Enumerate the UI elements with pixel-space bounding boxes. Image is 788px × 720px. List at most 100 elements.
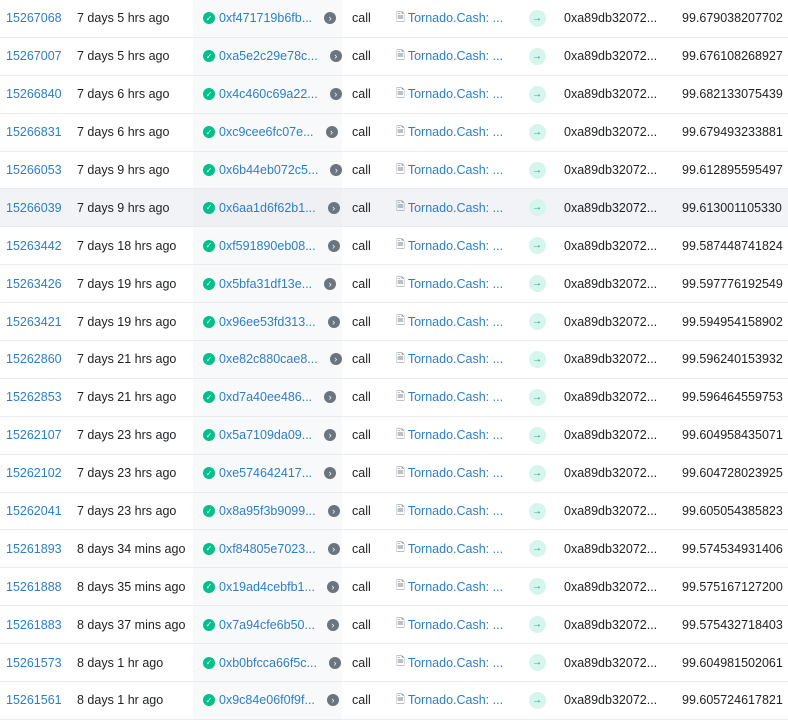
chevron-right-circle-icon[interactable]: › <box>327 201 340 214</box>
to-address-text[interactable]: 0xa89db32072... <box>564 76 674 113</box>
chevron-right-circle-icon[interactable]: › <box>325 126 338 139</box>
parent-txn-hash-link[interactable]: 0x5a7109da09... <box>219 428 312 442</box>
parent-txn-hash-link[interactable]: 0xc9cee6fc07e... <box>219 125 314 139</box>
parent-txn-hash-link[interactable]: 0xe574642417... <box>219 466 312 480</box>
block-number-link[interactable]: 15266039 <box>6 189 72 226</box>
from-address-link[interactable]: Tornado.Cash: ... <box>408 49 503 63</box>
type-text: call <box>352 504 371 519</box>
block-number-link[interactable]: 15263426 <box>6 265 72 302</box>
parent-txn-hash-link[interactable]: 0xd7a40ee486... <box>219 390 312 404</box>
chevron-right-circle-icon[interactable]: › <box>326 618 339 631</box>
to-address-text[interactable]: 0xa89db32072... <box>564 0 674 37</box>
from-address-link[interactable]: Tornado.Cash: ... <box>408 428 503 442</box>
to-address-text[interactable]: 0xa89db32072... <box>564 189 674 226</box>
from-address-link[interactable]: Tornado.Cash: ... <box>408 390 503 404</box>
parent-txn-hash-link[interactable]: 0xa5e2c29e78c... <box>219 49 318 63</box>
from-address-link[interactable]: Tornado.Cash: ... <box>408 163 503 177</box>
parent-txn-hash-link[interactable]: 0x7a94cfe6b50... <box>219 618 315 632</box>
to-address-text[interactable]: 0xa89db32072... <box>564 606 674 643</box>
to-address-text[interactable]: 0xa89db32072... <box>564 265 674 302</box>
parent-txn-hash-link[interactable]: 0x6aa1d6f62b1... <box>219 201 316 215</box>
from-address-link[interactable]: Tornado.Cash: ... <box>408 504 503 518</box>
chevron-right-circle-icon[interactable]: › <box>327 542 340 555</box>
chevron-right-circle-icon[interactable]: › <box>329 88 342 101</box>
to-address-text[interactable]: 0xa89db32072... <box>564 341 674 378</box>
to-address-text[interactable]: 0xa89db32072... <box>564 682 674 719</box>
from-address-link[interactable]: Tornado.Cash: ... <box>408 11 503 25</box>
block-number-link[interactable]: 15261883 <box>6 606 72 643</box>
parent-txn-hash-link[interactable]: 0x19ad4cebfb1... <box>219 580 315 594</box>
block-number-link[interactable]: 15263421 <box>6 303 72 340</box>
block-number-link[interactable]: 15266840 <box>6 76 72 113</box>
parent-txn-hash-link[interactable]: 0x5bfa31df13e... <box>219 277 312 291</box>
from-address-link[interactable]: Tornado.Cash: ... <box>408 352 503 366</box>
from-address-link[interactable]: Tornado.Cash: ... <box>408 656 503 670</box>
chevron-right-circle-icon[interactable]: › <box>326 694 339 707</box>
parent-txn-hash-link[interactable]: 0x6b44eb072c5... <box>219 163 318 177</box>
parent-txn-cell: ✓ 0xe574642417... › <box>193 454 342 492</box>
parent-txn-hash-link[interactable]: 0xf591890eb08... <box>219 239 316 253</box>
block-number-link[interactable]: 15267007 <box>6 38 72 75</box>
chevron-right-circle-icon[interactable]: › <box>324 277 337 290</box>
chevron-right-circle-icon[interactable]: › <box>324 12 337 25</box>
chevron-right-circle-icon[interactable]: › <box>326 580 339 593</box>
from-address-link[interactable]: Tornado.Cash: ... <box>408 618 503 632</box>
block-number-link[interactable]: 15262107 <box>6 417 72 454</box>
block-number-link[interactable]: 15266831 <box>6 114 72 151</box>
parent-txn-hash-link[interactable]: 0xb0bfcca66f5c... <box>219 656 317 670</box>
to-address-text[interactable]: 0xa89db32072... <box>564 417 674 454</box>
block-number-link[interactable]: 15261888 <box>6 568 72 605</box>
from-address-link[interactable]: Tornado.Cash: ... <box>408 201 503 215</box>
parent-txn-hash-link[interactable]: 0x8a95f3b9099... <box>219 504 316 518</box>
from-address-link[interactable]: Tornado.Cash: ... <box>408 239 503 253</box>
from-address-link[interactable]: Tornado.Cash: ... <box>408 315 503 329</box>
from-address-link[interactable]: Tornado.Cash: ... <box>408 125 503 139</box>
contract-doc-icon: 🗎 <box>396 580 405 593</box>
block-number-link[interactable]: 15262041 <box>6 493 72 530</box>
from-address-link[interactable]: Tornado.Cash: ... <box>408 277 503 291</box>
chevron-right-circle-icon[interactable]: › <box>324 429 337 442</box>
parent-txn-hash-link[interactable]: 0x9c84e06f0f9f... <box>219 693 315 707</box>
block-number-link[interactable]: 15262102 <box>6 455 72 492</box>
to-address-text[interactable]: 0xa89db32072... <box>564 568 674 605</box>
from-address-link[interactable]: Tornado.Cash: ... <box>408 693 503 707</box>
chevron-right-circle-icon[interactable]: › <box>327 505 340 518</box>
chevron-right-circle-icon[interactable]: › <box>329 353 342 366</box>
block-number-link[interactable]: 15267068 <box>6 0 72 37</box>
parent-txn-hash-link[interactable]: 0x4c460c69a22... <box>219 87 318 101</box>
chevron-right-circle-icon[interactable]: › <box>324 391 337 404</box>
block-number-link[interactable]: 15261893 <box>6 530 72 567</box>
block-number-link[interactable]: 15262860 <box>6 341 72 378</box>
chevron-right-circle-icon[interactable]: › <box>327 315 340 328</box>
from-address-link[interactable]: Tornado.Cash: ... <box>408 466 503 480</box>
parent-txn-hash-link[interactable]: 0xf471719b6fb... <box>219 11 312 25</box>
chevron-right-circle-icon[interactable]: › <box>324 467 337 480</box>
chevron-right-circle-icon[interactable]: › <box>328 656 341 669</box>
block-number-link[interactable]: 15263442 <box>6 227 72 264</box>
to-address-text[interactable]: 0xa89db32072... <box>564 530 674 567</box>
to-address-text[interactable]: 0xa89db32072... <box>564 38 674 75</box>
to-address-text[interactable]: 0xa89db32072... <box>564 303 674 340</box>
block-number-link[interactable]: 15261561 <box>6 682 72 719</box>
from-address-link[interactable]: Tornado.Cash: ... <box>408 87 503 101</box>
arrow-right-icon: → <box>528 388 546 406</box>
block-number-link[interactable]: 15266053 <box>6 152 72 189</box>
to-address-text[interactable]: 0xa89db32072... <box>564 379 674 416</box>
to-address-text[interactable]: 0xa89db32072... <box>564 493 674 530</box>
age-text: 7 days 5 hrs ago <box>77 49 170 64</box>
block-number-link[interactable]: 15261573 <box>6 644 72 681</box>
parent-txn-hash-link[interactable]: 0x96ee53fd313... <box>219 315 316 329</box>
from-address-link[interactable]: Tornado.Cash: ... <box>408 580 503 594</box>
chevron-right-circle-icon[interactable]: › <box>329 50 342 63</box>
to-address-text[interactable]: 0xa89db32072... <box>564 644 674 681</box>
parent-txn-hash-link[interactable]: 0xe82c880cae8... <box>219 352 318 366</box>
to-address-text[interactable]: 0xa89db32072... <box>564 152 674 189</box>
to-address-text[interactable]: 0xa89db32072... <box>564 455 674 492</box>
chevron-right-circle-icon[interactable]: › <box>327 239 340 252</box>
from-address-link[interactable]: Tornado.Cash: ... <box>408 542 503 556</box>
chevron-right-circle-icon[interactable]: › <box>330 164 342 176</box>
parent-txn-hash-link[interactable]: 0xf84805e7023... <box>219 542 316 556</box>
block-number-link[interactable]: 15262853 <box>6 379 72 416</box>
to-address-text[interactable]: 0xa89db32072... <box>564 227 674 264</box>
to-address-text[interactable]: 0xa89db32072... <box>564 114 674 151</box>
